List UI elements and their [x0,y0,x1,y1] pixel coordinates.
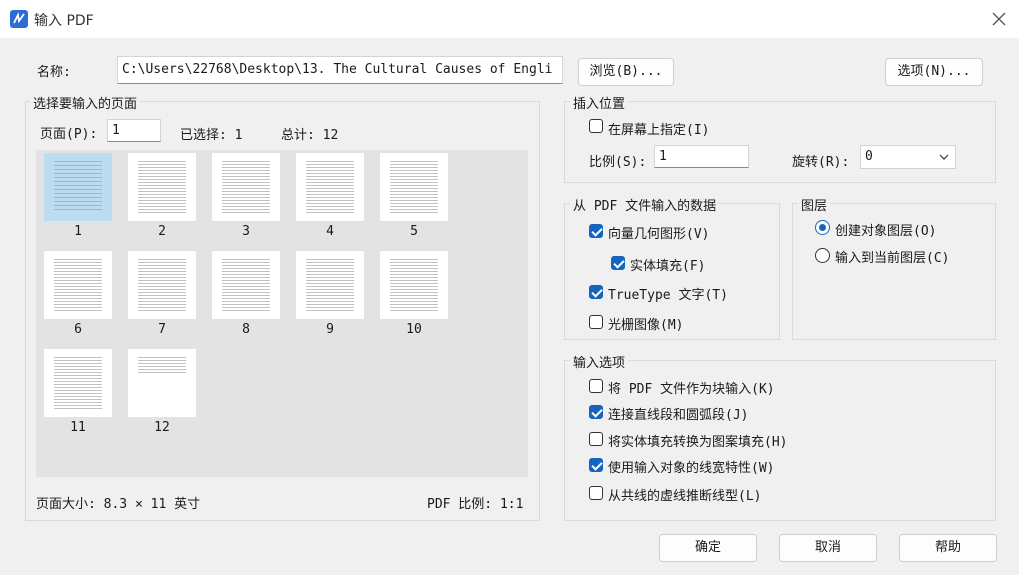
pdf-path-field[interactable]: C:\Users\22768\Desktop\13. The Cultural … [117,56,563,84]
app-logo-icon [10,10,28,28]
thumbnail-label: 7 [158,322,166,337]
use-lineweight-checkbox[interactable] [589,458,603,472]
thumbnail-label: 8 [242,322,250,337]
thumbnail-label: 10 [406,322,422,337]
infer-linetype-checkbox[interactable] [589,486,603,500]
create-layers-label: 创建对象图层(O) [835,224,937,239]
page-thumbnails-panel: 1 2 3 4 5 6 7 8 9 10 11 12 [36,150,528,477]
thumbnail-label: 3 [242,224,250,239]
on-screen-label: 在屏幕上指定(I) [608,123,710,138]
page-thumbnail[interactable] [44,251,112,319]
page-thumbnail[interactable] [212,251,280,319]
insert-point-group [564,101,996,183]
join-segments-label: 连接直线段和圆弧段(J) [608,408,749,423]
thumbnail-label: 2 [158,224,166,239]
chevron-down-icon [939,154,949,160]
help-button[interactable]: 帮助 [899,534,997,562]
convert-hatch-checkbox[interactable] [589,432,603,446]
vector-geometry-checkbox[interactable] [589,224,603,238]
import-options-group-title: 输入选项 [570,352,629,371]
page-thumbnail[interactable] [128,349,196,417]
join-segments-checkbox[interactable] [589,405,603,419]
page-thumbnail[interactable] [44,349,112,417]
create-layers-radio[interactable] [815,220,830,235]
close-icon[interactable] [990,10,1008,28]
page-thumbnail[interactable] [380,251,448,319]
page-thumbnail[interactable] [380,153,448,221]
scale-input[interactable]: 1 [654,145,749,168]
page-input[interactable]: 1 [107,119,161,142]
truetype-checkbox[interactable] [589,285,603,299]
raster-image-label: 光栅图像(M) [608,318,684,333]
title-bar: 输入 PDF [0,0,1019,38]
page-thumbnail[interactable] [296,251,364,319]
page-thumbnail[interactable] [44,153,112,221]
import-as-block-checkbox[interactable] [589,379,603,393]
raster-image-checkbox[interactable] [589,315,603,329]
current-layer-radio[interactable] [815,248,830,263]
import-data-group-title: 从 PDF 文件输入的数据 [570,195,720,214]
solid-fill-checkbox[interactable] [611,256,625,270]
vector-geometry-label: 向量几何图形(V) [608,227,710,242]
ok-button[interactable]: 确定 [659,534,757,562]
thumbnail-label: 11 [70,420,86,435]
cancel-button[interactable]: 取消 [779,534,877,562]
thumbnail-label: 6 [74,322,82,337]
scale-label: 比例(S): [589,155,647,170]
rotation-value: 0 [865,149,873,164]
page-label: 页面(P): [40,127,98,142]
import-as-block-label: 将 PDF 文件作为块输入(K) [608,382,775,397]
page-size-readout: 页面大小: 8.3 × 11 英寸 [36,497,201,512]
selected-count: 已选择: 1 [180,128,243,143]
page-thumbnail[interactable] [296,153,364,221]
thumbnail-label: 1 [74,224,82,239]
truetype-label: TrueType 文字(T) [608,288,728,303]
thumbnail-label: 9 [326,322,334,337]
name-label: 名称: [37,65,71,80]
solid-fill-label: 实体填充(F) [630,259,706,274]
browse-button[interactable]: 浏览(B)... [578,58,674,86]
layers-group-title: 图层 [798,195,831,214]
thumbnail-label: 5 [410,224,418,239]
page-thumbnail[interactable] [128,251,196,319]
insert-point-group-title: 插入位置 [570,93,629,112]
use-lineweight-label: 使用输入对象的线宽特性(W) [608,461,775,476]
current-layer-label: 输入到当前图层(C) [835,251,950,266]
pages-group-title: 选择要输入的页面 [30,93,141,112]
total-count: 总计: 12 [281,128,339,143]
thumbnail-label: 12 [154,420,170,435]
convert-hatch-label: 将实体填充转换为图案填充(H) [608,435,788,450]
window-title: 输入 PDF [34,13,94,29]
rotation-select[interactable]: 0 [860,145,956,169]
pdf-scale-readout: PDF 比例: 1:1 [427,497,524,512]
infer-linetype-label: 从共线的虚线推断线型(L) [608,489,762,504]
on-screen-checkbox[interactable] [589,119,603,133]
thumbnail-label: 4 [326,224,334,239]
page-thumbnail[interactable] [128,153,196,221]
page-thumbnail[interactable] [212,153,280,221]
rotation-label: 旋转(R): [792,155,850,170]
options-button[interactable]: 选项(N)... [885,58,983,86]
